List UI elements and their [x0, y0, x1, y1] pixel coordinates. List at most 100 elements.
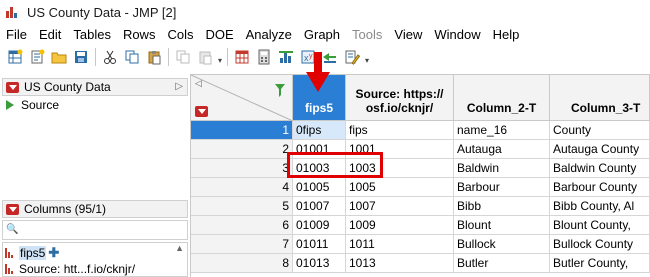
column-item-fips5[interactable]: fips5 ✚ — [5, 245, 59, 261]
table-cell[interactable]: name_16 — [454, 121, 550, 140]
row-number[interactable]: 6 — [191, 216, 293, 235]
jmp-app-icon — [5, 5, 21, 19]
new-table-icon[interactable] — [4, 46, 26, 68]
row-number[interactable]: 4 — [191, 178, 293, 197]
script-pencil-icon[interactable] — [341, 46, 363, 68]
table-row[interactable]: 1 0fips fips name_16 County — [191, 121, 650, 140]
row-number[interactable]: 3 — [191, 159, 293, 178]
table-cell[interactable]: Baldwin — [454, 159, 550, 178]
row-number[interactable]: 8 — [191, 254, 293, 273]
table-cell[interactable]: Autauga — [454, 140, 550, 159]
table-cell[interactable]: County — [550, 121, 650, 140]
menu-window[interactable]: Window — [428, 27, 486, 42]
column-header-column-3-t[interactable]: Column_3-T — [550, 75, 650, 121]
chevron-down-icon[interactable]: ▾ — [216, 46, 224, 68]
table-cell[interactable]: 01009 — [293, 216, 346, 235]
search-icon: 🔍 — [6, 224, 19, 235]
save-icon[interactable] — [70, 46, 92, 68]
cut-icon[interactable] — [99, 46, 121, 68]
source-script[interactable]: Source — [6, 98, 59, 112]
row-number[interactable]: 1 — [191, 121, 293, 140]
distribution-icon[interactable] — [275, 46, 297, 68]
column-name: fips5 — [19, 246, 47, 260]
nominal-column-icon — [5, 248, 15, 258]
table-cell[interactable]: Bibb — [454, 197, 550, 216]
table-cell[interactable]: 1009 — [346, 216, 454, 235]
source-label: Source — [21, 98, 60, 112]
table-cell[interactable]: Butler County, — [550, 254, 650, 273]
table-cell[interactable]: 1005 — [346, 178, 454, 197]
column-item-source[interactable]: Source: htt...f.io/cknjr/ — [5, 261, 135, 276]
red-triangle-menu-icon[interactable] — [6, 81, 19, 93]
table-cell[interactable]: 01007 — [293, 197, 346, 216]
disabled-copy-icon[interactable] — [172, 46, 194, 68]
menu-tables[interactable]: Tables — [67, 27, 117, 42]
table-cell[interactable]: 01013 — [293, 254, 346, 273]
table-row[interactable]: 2 01001 1001 Autauga Autauga County — [191, 140, 650, 159]
grid-corner[interactable]: ◁ — [191, 75, 293, 121]
disabled-paste-icon[interactable] — [194, 46, 216, 68]
data-grid-icon[interactable] — [231, 46, 253, 68]
menu-cols[interactable]: Cols — [161, 27, 199, 42]
table-row[interactable]: 8 01013 1013 Butler Butler County, — [191, 254, 650, 273]
collapse-left-icon[interactable]: ◁ — [195, 78, 202, 89]
row-number[interactable]: 2 — [191, 140, 293, 159]
play-icon — [6, 100, 14, 110]
table-row[interactable]: 3 01003 1003 Baldwin Baldwin County — [191, 159, 650, 178]
table-cell[interactable]: Baldwin County — [550, 159, 650, 178]
table-cell[interactable]: 0fips — [293, 121, 346, 140]
calculator-icon[interactable] — [253, 46, 275, 68]
table-cell[interactable]: Blount County, — [550, 216, 650, 235]
copy-icon[interactable] — [121, 46, 143, 68]
table-cell[interactable]: 1013 — [346, 254, 454, 273]
menu-file[interactable]: File — [0, 27, 33, 42]
table-cell[interactable]: Autauga County — [550, 140, 650, 159]
header-label: Column_3-T — [571, 101, 641, 115]
toolbar-separator — [227, 48, 228, 66]
table-row[interactable]: 4 01005 1005 Barbour Barbour County — [191, 178, 650, 197]
menu-tools[interactable]: Tools — [346, 27, 388, 42]
column-header-column-2-t[interactable]: Column_2-T — [454, 75, 550, 121]
table-cell[interactable]: 1011 — [346, 235, 454, 254]
menu-view[interactable]: View — [388, 27, 428, 42]
scroll-up-icon[interactable]: ▲ — [175, 243, 184, 253]
table-panel: US County Data ▷ Source Columns (95/1) 🔍… — [0, 74, 190, 277]
column-header-source[interactable]: Source: https:// osf.io/cknjr/ — [346, 75, 454, 121]
paste-icon[interactable] — [143, 46, 165, 68]
row-number[interactable]: 7 — [191, 235, 293, 254]
menu-analyze[interactable]: Analyze — [240, 27, 298, 42]
window-title: US County Data - JMP [2] — [27, 4, 177, 20]
table-cell[interactable]: Barbour — [454, 178, 550, 197]
table-cell[interactable]: Bibb County, Al — [550, 197, 650, 216]
table-cell[interactable]: Butler — [454, 254, 550, 273]
table-cell[interactable]: 01011 — [293, 235, 346, 254]
column-search-input[interactable]: 🔍 — [2, 220, 188, 240]
red-triangle-menu-icon[interactable] — [195, 106, 208, 117]
table-row[interactable]: 6 01009 1009 Blount Blount County, — [191, 216, 650, 235]
table-cell[interactable]: fips — [346, 121, 454, 140]
menu-help[interactable]: Help — [487, 27, 526, 42]
table-cell[interactable]: 01005 — [293, 178, 346, 197]
table-panel-header: US County Data ▷ — [2, 78, 188, 96]
new-script-icon[interactable] — [26, 46, 48, 68]
menu-edit[interactable]: Edit — [33, 27, 67, 42]
plus-icon: ✚ — [48, 245, 60, 260]
menu-doe[interactable]: DOE — [199, 27, 239, 42]
red-triangle-menu-icon[interactable] — [6, 203, 19, 215]
table-cell[interactable]: Bullock — [454, 235, 550, 254]
collapse-icon[interactable]: ▷ — [175, 81, 183, 92]
table-cell[interactable]: Bullock County — [550, 235, 650, 254]
header-label: fips5 — [304, 101, 333, 115]
filter-icon[interactable] — [275, 83, 285, 99]
table-row[interactable]: 5 01007 1007 Bibb Bibb County, Al — [191, 197, 650, 216]
red-arrow-annotation — [306, 52, 330, 92]
open-folder-icon[interactable] — [48, 46, 70, 68]
row-number[interactable]: 5 — [191, 197, 293, 216]
table-row[interactable]: 7 01011 1011 Bullock Bullock County — [191, 235, 650, 254]
menu-rows[interactable]: Rows — [117, 27, 162, 42]
chevron-down-icon[interactable]: ▾ — [363, 46, 371, 68]
table-cell[interactable]: Blount — [454, 216, 550, 235]
menu-graph[interactable]: Graph — [298, 27, 346, 42]
table-cell[interactable]: Barbour County — [550, 178, 650, 197]
table-cell[interactable]: 1007 — [346, 197, 454, 216]
